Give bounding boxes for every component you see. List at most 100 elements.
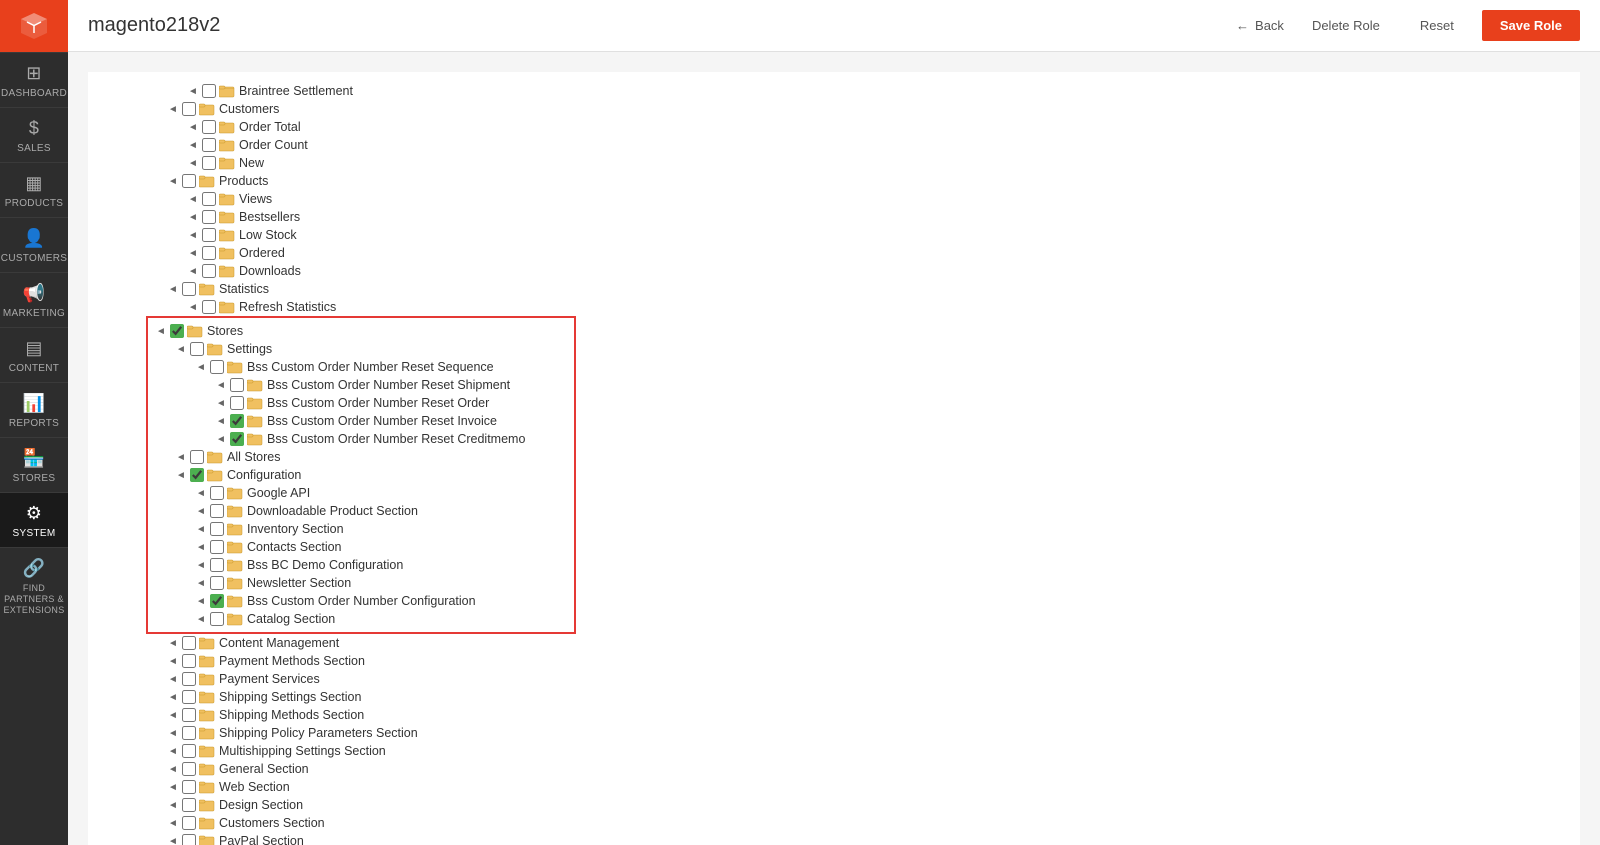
tree-toggle[interactable]: ◄ <box>196 488 210 499</box>
tree-checkbox[interactable] <box>190 468 204 482</box>
tree-checkbox[interactable] <box>202 264 216 278</box>
sidebar-item-stores[interactable]: 🏪 STORES <box>0 437 68 492</box>
tree-checkbox[interactable] <box>202 156 216 170</box>
tree-checkbox[interactable] <box>182 798 196 812</box>
tree-toggle[interactable]: ◄ <box>168 746 182 757</box>
tree-checkbox[interactable] <box>210 558 224 572</box>
app-logo[interactable] <box>0 0 68 52</box>
tree-toggle[interactable]: ◄ <box>168 836 182 845</box>
tree-label[interactable]: Settings <box>227 342 272 356</box>
delete-role-button[interactable]: Delete Role <box>1300 12 1392 39</box>
tree-checkbox[interactable] <box>182 174 196 188</box>
tree-toggle[interactable]: ◄ <box>168 674 182 685</box>
tree-label[interactable]: Products <box>219 174 268 188</box>
tree-checkbox[interactable] <box>182 816 196 830</box>
tree-checkbox[interactable] <box>230 396 244 410</box>
tree-checkbox[interactable] <box>182 102 196 116</box>
tree-toggle[interactable]: ◄ <box>168 638 182 649</box>
tree-toggle[interactable]: ◄ <box>168 284 182 295</box>
tree-toggle[interactable]: ◄ <box>168 692 182 703</box>
tree-toggle[interactable]: ◄ <box>188 266 202 277</box>
tree-label[interactable]: Bss Custom Order Number Reset Sequence <box>247 360 494 374</box>
tree-toggle[interactable]: ◄ <box>188 122 202 133</box>
tree-toggle[interactable]: ◄ <box>188 230 202 241</box>
tree-checkbox[interactable] <box>170 324 184 338</box>
tree-label[interactable]: Bss Custom Order Number Configuration <box>247 594 476 608</box>
sidebar-item-sales[interactable]: $ SALES <box>0 107 68 162</box>
tree-checkbox[interactable] <box>210 594 224 608</box>
tree-checkbox[interactable] <box>210 360 224 374</box>
tree-label[interactable]: Multishipping Settings Section <box>219 744 386 758</box>
tree-label[interactable]: Web Section <box>219 780 290 794</box>
tree-checkbox[interactable] <box>210 504 224 518</box>
tree-toggle[interactable]: ◄ <box>196 596 210 607</box>
tree-checkbox[interactable] <box>210 612 224 626</box>
save-role-button[interactable]: Save Role <box>1482 10 1580 41</box>
tree-checkbox[interactable] <box>182 780 196 794</box>
tree-label[interactable]: Bss BC Demo Configuration <box>247 558 403 572</box>
tree-label[interactable]: Stores <box>207 324 243 338</box>
tree-label[interactable]: Customers <box>219 102 279 116</box>
tree-toggle[interactable]: ◄ <box>196 560 210 571</box>
tree-label[interactable]: Bss Custom Order Number Reset Shipment <box>267 378 510 392</box>
tree-toggle[interactable]: ◄ <box>168 818 182 829</box>
tree-toggle[interactable]: ◄ <box>188 194 202 205</box>
sidebar-item-dashboard[interactable]: ⊞ DASHBOARD <box>0 52 68 107</box>
tree-label[interactable]: Design Section <box>219 798 303 812</box>
tree-label[interactable]: Google API <box>247 486 310 500</box>
tree-toggle[interactable]: ◄ <box>196 506 210 517</box>
tree-checkbox[interactable] <box>202 228 216 242</box>
tree-label[interactable]: Newsletter Section <box>247 576 351 590</box>
tree-checkbox[interactable] <box>190 342 204 356</box>
tree-toggle[interactable]: ◄ <box>168 728 182 739</box>
tree-checkbox[interactable] <box>210 540 224 554</box>
tree-toggle[interactable]: ◄ <box>188 158 202 169</box>
tree-label[interactable]: Shipping Methods Section <box>219 708 364 722</box>
tree-checkbox[interactable] <box>202 84 216 98</box>
tree-checkbox[interactable] <box>202 192 216 206</box>
sidebar-item-system[interactable]: ⚙ SYSTEM <box>0 492 68 547</box>
tree-checkbox[interactable] <box>190 450 204 464</box>
tree-checkbox[interactable] <box>182 726 196 740</box>
tree-checkbox[interactable] <box>202 246 216 260</box>
sidebar-item-reports[interactable]: 📊 REPORTS <box>0 382 68 437</box>
tree-toggle[interactable]: ◄ <box>216 416 230 427</box>
sidebar-item-customers[interactable]: 👤 CUSTOMERS <box>0 217 68 272</box>
tree-checkbox[interactable] <box>182 282 196 296</box>
tree-toggle[interactable]: ◄ <box>168 764 182 775</box>
tree-label[interactable]: Configuration <box>227 468 301 482</box>
tree-label[interactable]: Shipping Settings Section <box>219 690 361 704</box>
tree-toggle[interactable]: ◄ <box>176 344 190 355</box>
tree-label[interactable]: Order Count <box>239 138 308 152</box>
tree-checkbox[interactable] <box>182 744 196 758</box>
tree-label[interactable]: Views <box>239 192 272 206</box>
tree-toggle[interactable]: ◄ <box>168 656 182 667</box>
tree-label[interactable]: PayPal Section <box>219 834 304 845</box>
tree-checkbox[interactable] <box>202 300 216 314</box>
tree-checkbox[interactable] <box>182 690 196 704</box>
tree-label[interactable]: Inventory Section <box>247 522 344 536</box>
tree-label[interactable]: Contacts Section <box>247 540 342 554</box>
tree-checkbox[interactable] <box>202 210 216 224</box>
tree-label[interactable]: Shipping Policy Parameters Section <box>219 726 418 740</box>
tree-toggle[interactable]: ◄ <box>168 800 182 811</box>
tree-label[interactable]: Downloadable Product Section <box>247 504 418 518</box>
tree-toggle[interactable]: ◄ <box>216 380 230 391</box>
tree-toggle[interactable]: ◄ <box>196 614 210 625</box>
tree-label[interactable]: Downloads <box>239 264 301 278</box>
tree-toggle[interactable]: ◄ <box>196 362 210 373</box>
tree-checkbox[interactable] <box>182 708 196 722</box>
tree-label[interactable]: Ordered <box>239 246 285 260</box>
tree-label[interactable]: Order Total <box>239 120 301 134</box>
tree-toggle[interactable]: ◄ <box>216 434 230 445</box>
tree-label[interactable]: Payment Methods Section <box>219 654 365 668</box>
tree-checkbox[interactable] <box>182 636 196 650</box>
tree-checkbox[interactable] <box>182 672 196 686</box>
tree-label[interactable]: Content Management <box>219 636 339 650</box>
tree-checkbox[interactable] <box>210 576 224 590</box>
tree-toggle[interactable]: ◄ <box>176 470 190 481</box>
tree-label[interactable]: General Section <box>219 762 309 776</box>
tree-checkbox[interactable] <box>202 120 216 134</box>
tree-checkbox[interactable] <box>182 654 196 668</box>
sidebar-item-find-partners[interactable]: 🔗 FIND PARTNERS & EXTENSIONS <box>0 547 68 623</box>
